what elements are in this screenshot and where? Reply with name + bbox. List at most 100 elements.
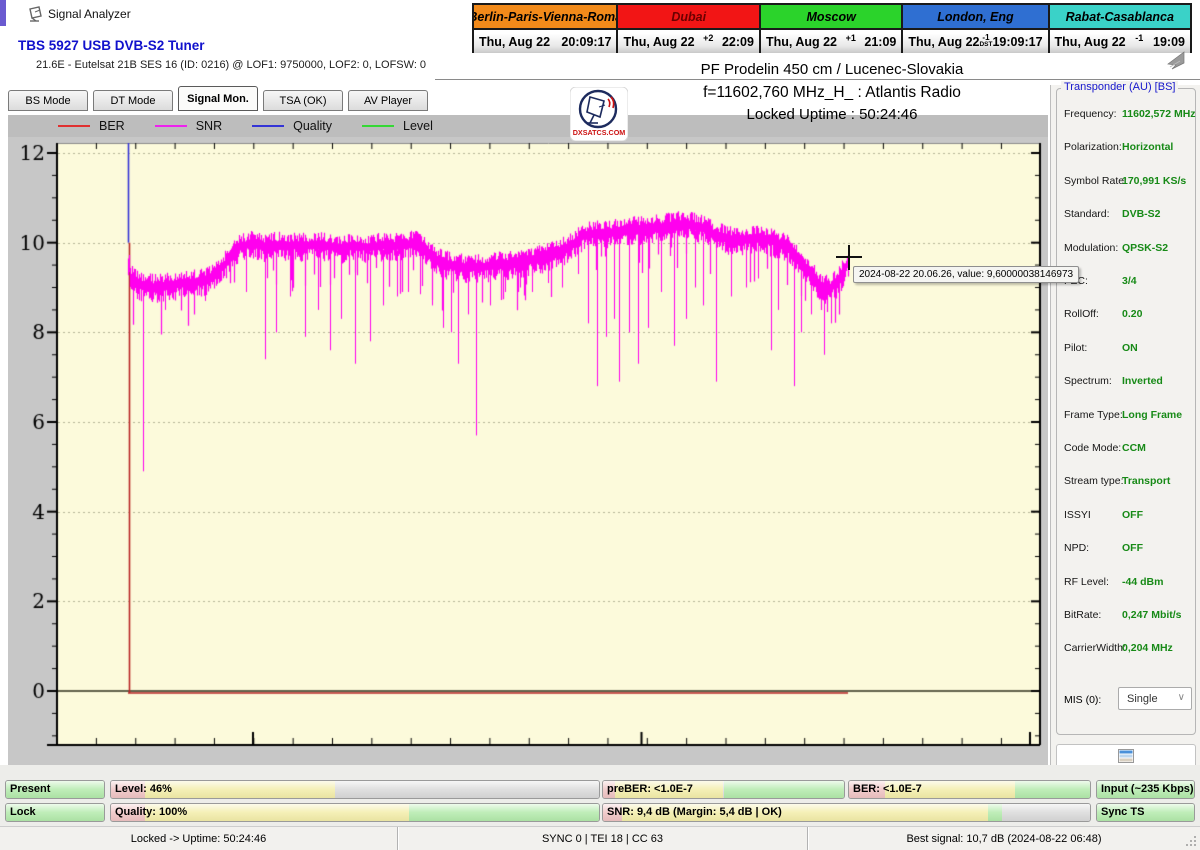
tp-row-label: CarrierWidth:: [1064, 642, 1126, 655]
tp-row-value: 0.20: [1122, 308, 1143, 321]
status-bar-sync-ts: Sync TS: [1096, 803, 1195, 822]
panel-divider: [1050, 85, 1051, 772]
tab-tsa-ok[interactable]: TSA (OK): [263, 90, 343, 111]
tp-row-value: Inverted: [1122, 375, 1163, 388]
legend-item-quality: Quality: [252, 119, 332, 133]
clock-time-cell: Thu, Aug 22 20:09:17: [474, 28, 617, 53]
strip-section: Best signal: 10,7 dB (2024-08-22 06:48): [906, 832, 1102, 845]
tp-row-value: CCM: [1122, 442, 1146, 454]
status-bar-label: Level: 46%: [115, 783, 172, 795]
tp-row-value: 3/4: [1122, 275, 1137, 287]
status-bar-snr: SNR: 9,4 dB (Margin: 5,4 dB | OK): [602, 803, 1091, 822]
legend-line-icon: [252, 125, 285, 127]
tp-row-label: RollOff:: [1064, 308, 1099, 321]
tab-av-player[interactable]: AV Player: [348, 90, 428, 111]
clock-time: 20:09:17: [561, 34, 612, 49]
satellite-dish-icon: [29, 6, 42, 22]
logo-text: DXSATCS.COM: [573, 128, 626, 137]
legend-label: BER: [99, 119, 125, 133]
status-zone-green: [987, 804, 1003, 821]
tab-dt-mode[interactable]: DT Mode: [93, 90, 173, 111]
status-zone-yellow: [145, 781, 336, 798]
tp-row-value: Long Frame: [1122, 408, 1183, 421]
signal-analyzer-window: Signal Analyzer Berlin-Paris-Vienna-Roma…: [0, 0, 1200, 850]
tz-offset: -1 DST: [979, 33, 993, 49]
clock-time-cell: Thu, Aug 22 +2 22:09: [616, 28, 759, 53]
mode-tab-row: BS Mode DT Mode Signal Mon. TSA (OK) AV Play…: [8, 85, 428, 111]
clock-time-cell: Thu, Aug 22 -1 DST 19:09:17: [901, 28, 1048, 53]
status-bar-ber: BER: <1.0E-7: [848, 780, 1091, 799]
status-bar-label: preBER: <1.0E-7: [607, 783, 693, 795]
status-bar-input-235-kbps: Input (~235 Kbps): [1096, 780, 1195, 799]
status-bar-label: Quality: 100%: [115, 806, 188, 818]
status-bar-preber: preBER: <1.0E-7: [602, 780, 845, 799]
tp-row-value: 170,991 KS/s: [1122, 174, 1187, 187]
header-separator: [435, 79, 1200, 80]
status-zone-gray: [335, 781, 599, 798]
clock-date: Thu, Aug 22: [1054, 34, 1126, 49]
frequency-title: f=11602,760 MHz_H_ : Atlantis Radio: [703, 84, 961, 101]
cursor-arrow-icon: [1167, 51, 1185, 70]
world-clock-table: Berlin-Paris-Vienna-Roma Dubai Moscow Londo…: [472, 3, 1192, 53]
tuner-subtitle: 21.6E - Eutelsat 21B SES 16 (ID: 0216) @…: [36, 59, 427, 71]
status-zone-green: [1015, 781, 1090, 798]
snr-trend-plot[interactable]: [8, 137, 1048, 765]
status-bar-label: BER: <1.0E-7: [853, 783, 922, 795]
legend-item-level: Level: [362, 119, 433, 133]
clock-time: 19:09: [1153, 34, 1185, 49]
locked-uptime-title: Locked Uptime : 50:24:46: [746, 106, 918, 123]
clock-city-header: Dubai: [616, 5, 759, 28]
mis-dropdown[interactable]: Single ∨: [1118, 687, 1192, 710]
tp-row-label: Code Mode:: [1064, 442, 1122, 454]
clock-date: Thu, Aug 22: [765, 34, 838, 49]
legend-line-icon: [154, 125, 187, 127]
tp-row-label: Pilot:: [1064, 341, 1088, 354]
tp-row-value: 11602,572 MHz: [1122, 108, 1196, 120]
legend-line-icon: [362, 125, 395, 127]
mis-label: MIS (0):: [1064, 694, 1102, 706]
tp-row-value: ON: [1122, 341, 1138, 354]
dxsatcs-logo: DXSATCS.COM: [570, 87, 628, 141]
clock-city-header: Moscow: [758, 5, 902, 28]
mis-selected-value: Single: [1127, 692, 1158, 705]
tuner-title: TBS 5927 USB DVB-S2 Tuner: [18, 38, 205, 53]
status-bar-quality: Quality: 100%: [110, 803, 600, 822]
tp-row-label: Spectrum:: [1064, 375, 1112, 388]
clock-time: 21:09: [864, 34, 897, 49]
tp-row-label: Symbol Rate:: [1064, 174, 1128, 187]
clock-time-cell: Thu, Aug 22 +1 21:09: [758, 28, 902, 53]
tp-row-value: 0,247 Mbit/s: [1122, 609, 1182, 621]
legend-item-snr: SNR: [154, 119, 223, 133]
legend-label: SNR: [195, 119, 223, 133]
tp-row-label: Stream type:: [1064, 475, 1124, 488]
crosshair-icon: [848, 245, 850, 270]
clock-time: 22:09: [721, 34, 754, 49]
tp-row-label: Polarization:: [1064, 141, 1122, 154]
tab-signal-mon[interactable]: Signal Mon.: [178, 86, 258, 111]
status-bar-lock: Lock: [5, 803, 105, 822]
status-bar-label: Lock: [10, 806, 36, 818]
site-title: PF Prodelin 450 cm / Lucenec-Slovakia: [700, 61, 964, 78]
clock-date: Thu, Aug 22: [623, 34, 695, 49]
resize-grip-icon[interactable]: [1184, 834, 1198, 848]
tp-row-label: RF Level:: [1064, 575, 1109, 588]
status-bar-label: Sync TS: [1101, 806, 1145, 818]
status-bar-level: Level: 46%: [110, 780, 600, 799]
tp-row-label: BitRate:: [1064, 609, 1102, 621]
tab-bs-mode[interactable]: BS Mode: [8, 90, 88, 111]
clock-date: Thu, Aug 22: [908, 34, 980, 49]
tp-row-value: DVB-S2: [1122, 208, 1161, 221]
tp-row-value: -44 dBm: [1122, 575, 1164, 588]
chart-value-tooltip: 2024-08-22 20.06.26, value: 9,6000003814…: [853, 266, 1080, 283]
tz-offset: +1: [845, 32, 856, 43]
legend-label: Level: [403, 119, 433, 133]
tp-row-label: Standard:: [1064, 208, 1110, 221]
status-zone-gray: [1002, 804, 1090, 821]
status-zone-green: [408, 804, 599, 821]
clock-city-header: London, Eng: [901, 5, 1048, 28]
tp-row-label: ISSYI: [1064, 508, 1091, 521]
clock-city-header: Berlin-Paris-Vienna-Roma: [474, 5, 617, 28]
tp-row-value: OFF: [1122, 542, 1143, 555]
legend-label: Quality: [293, 119, 333, 133]
clock-time: 19:09:17: [992, 34, 1043, 49]
